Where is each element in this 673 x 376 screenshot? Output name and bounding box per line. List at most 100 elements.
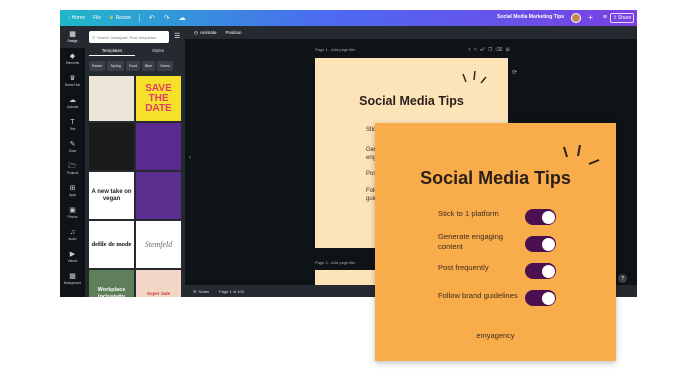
- category-chips: Easter Spring Food Blue Green: [89, 61, 174, 71]
- crown-icon: ♛: [69, 74, 76, 82]
- folder-icon: 🗁: [68, 162, 77, 170]
- page-counter[interactable]: Page 1 of 100: [219, 289, 244, 294]
- chip-blue[interactable]: Blue: [141, 61, 156, 71]
- sidebar-item-label: Uploads: [66, 104, 79, 109]
- tip-row: Post frequently: [438, 263, 598, 279]
- share-button[interactable]: ⇧ Share: [610, 13, 634, 23]
- sidebar-item-uploads[interactable]: ☁ Uploads: [60, 92, 85, 114]
- filter-icon[interactable]: ☰: [174, 32, 180, 41]
- template-thumbnail[interactable]: [136, 172, 181, 219]
- background-icon: ▩: [69, 272, 76, 280]
- sidebar-item-apps[interactable]: ⊞ Apps: [60, 180, 85, 202]
- tab-templates[interactable]: Templates: [89, 46, 135, 56]
- notes-icon[interactable]: ☰: [193, 289, 197, 294]
- music-icon: ♫: [69, 228, 76, 236]
- resize-button[interactable]: ♛ Resize: [109, 15, 131, 21]
- chip-easter[interactable]: Easter: [89, 61, 106, 71]
- grid-icon: ▦: [69, 30, 76, 38]
- template-thumbnail[interactable]: Stemfeld: [136, 221, 181, 268]
- pen-icon: ✎: [69, 140, 76, 148]
- add-collaborator-icon[interactable]: +: [588, 13, 593, 22]
- sparkle-lines-icon: [462, 70, 487, 84]
- sidebar-item-label: Videos: [67, 258, 78, 263]
- shapes-icon: ◆: [69, 52, 76, 60]
- template-thumbnail[interactable]: Workplace Inclusivity: [89, 270, 134, 297]
- tip-label: Generate engaging content: [438, 232, 504, 251]
- crown-icon: ♛: [109, 15, 114, 21]
- sidebar-item-projects[interactable]: 🗁 Projects: [60, 158, 85, 180]
- tip-label: Stick to 1 platform: [438, 209, 499, 218]
- chip-spring[interactable]: Spring: [107, 61, 124, 71]
- sidebar-item-label: Background: [63, 280, 81, 285]
- home-button[interactable]: ‹ Home: [68, 15, 85, 21]
- trash-icon[interactable]: ⌫: [495, 47, 505, 53]
- toolbar-divider: [138, 14, 140, 22]
- page-1-heading: Social Media Tips: [359, 94, 464, 108]
- sidebar-item-label: Apps: [68, 192, 77, 197]
- toggle-knob: [541, 264, 555, 278]
- document-title[interactable]: Social Media Marketing Tips: [497, 14, 564, 20]
- add-page-icon[interactable]: ⊞: [505, 47, 512, 53]
- lock-icon[interactable]: ☍: [480, 47, 488, 53]
- notes-button[interactable]: Notes: [199, 289, 209, 294]
- template-thumbnail[interactable]: [89, 76, 134, 121]
- cloud-icon: ☁: [69, 96, 76, 104]
- template-thumbnail[interactable]: [136, 123, 181, 170]
- sidebar-item-brand-hub[interactable]: ♛ Brand Hub: [60, 70, 85, 92]
- search-input[interactable]: ⚲ Search Instagram Post templates: [89, 31, 169, 43]
- animate-button[interactable]: ◷ Animate: [194, 30, 216, 36]
- avatar[interactable]: [571, 13, 581, 23]
- tab-styles[interactable]: Styles: [135, 46, 181, 56]
- card-title: Social Media Tips: [420, 168, 571, 188]
- undo-icon[interactable]: ↶: [149, 15, 155, 22]
- page-tools: ˄˅☍❐⌫⊞: [468, 47, 513, 53]
- toggle-switch[interactable]: [525, 290, 556, 306]
- sidebar-item-photos[interactable]: ▣ Photos: [60, 202, 85, 224]
- chip-food[interactable]: Food: [125, 61, 140, 71]
- toggle-switch[interactable]: [525, 209, 556, 225]
- tip-label: Follow brand guidelines: [438, 291, 518, 300]
- file-menu-button[interactable]: File: [93, 15, 101, 21]
- sparkle-lines-icon: [563, 144, 600, 165]
- sidebar-item-background[interactable]: ▩ Background: [60, 268, 85, 290]
- sidebar-item-text[interactable]: T Text: [60, 114, 85, 136]
- sidebar-item-draw[interactable]: ✎ Draw: [60, 136, 85, 158]
- tip-row: Follow brand guidelines: [438, 285, 598, 307]
- template-thumbnail-text: Workplace Inclusivity: [97, 286, 126, 298]
- sidebar-item-label: Brand Hub: [64, 82, 81, 87]
- position-button[interactable]: Position: [225, 30, 241, 35]
- redo-icon[interactable]: ↷: [164, 15, 170, 22]
- text-icon: T: [70, 118, 75, 126]
- cloud-saved-icon[interactable]: ☁: [179, 15, 186, 22]
- template-thumbnail[interactable]: defile de mode: [89, 221, 134, 268]
- toggle-switch[interactable]: [525, 263, 556, 279]
- chip-green[interactable]: Green: [157, 61, 174, 71]
- page-1-title[interactable]: Page 1 - Add page title: [315, 47, 355, 52]
- toggle-switch[interactable]: [525, 236, 556, 252]
- help-icon[interactable]: ?: [618, 274, 627, 283]
- template-thumbnail-text: Super Sale: [146, 291, 171, 296]
- top-toolbar: ‹ Home File ♛ Resize ↶ ↷ ☁ Social Media …: [60, 10, 637, 26]
- sidebar-item-elements[interactable]: ◆ Elements: [60, 48, 85, 70]
- collapse-panel-icon[interactable]: ‹: [189, 155, 191, 161]
- insights-icon[interactable]: ≡: [603, 13, 607, 22]
- apps-icon: ⊞: [69, 184, 76, 192]
- template-thumbnail[interactable]: [89, 123, 134, 170]
- sidebar-item-audio[interactable]: ♫ Audio: [60, 224, 85, 246]
- sidebar-item-label: Draw: [68, 148, 77, 153]
- template-thumbnail[interactable]: SAVE THE DATE: [136, 76, 181, 121]
- template-thumbnail[interactable]: A new take on vegan: [89, 172, 134, 219]
- page-2-title[interactable]: Page 2 - Add page title: [315, 260, 355, 265]
- sidebar-item-label: Projects: [66, 170, 79, 175]
- refresh-icon[interactable]: ⟳: [512, 69, 517, 76]
- tip-row: Stick to 1 platform: [438, 209, 598, 225]
- sidebar-item-design[interactable]: ▦ Design: [60, 26, 85, 48]
- sidebar-item-label: Elements: [65, 60, 80, 65]
- template-thumbnail[interactable]: Super Sale: [136, 270, 181, 297]
- sidebar-item-videos[interactable]: ▶ Videos: [60, 246, 85, 268]
- share-icon: ⇧: [612, 15, 617, 21]
- template-thumbnail-text: SAVE THE DATE: [145, 82, 172, 114]
- toggle-knob: [541, 291, 555, 305]
- toggle-knob: [541, 210, 555, 224]
- templates-panel: ⚲ Search Instagram Post templates ☰ Temp…: [85, 26, 185, 297]
